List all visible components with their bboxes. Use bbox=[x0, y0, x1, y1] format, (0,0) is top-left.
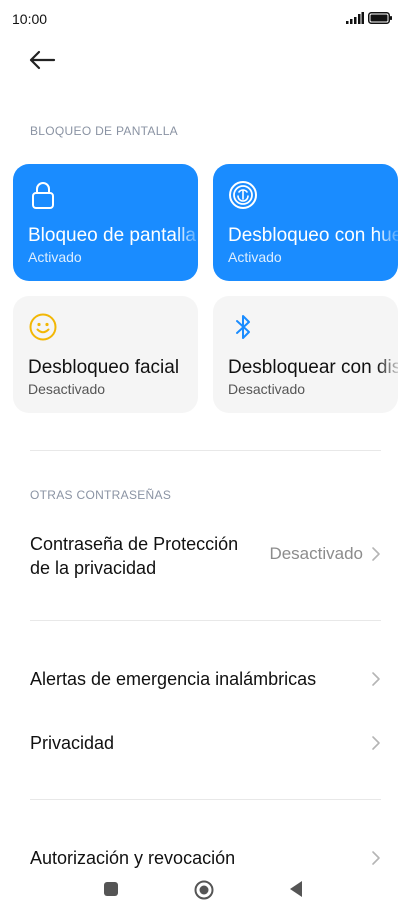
card-status: Desactivado bbox=[228, 381, 306, 397]
card-face-unlock[interactable]: Desbloqueo facial Desactivado bbox=[13, 296, 198, 413]
status-bar: 10:00 bbox=[0, 0, 411, 36]
card-device-unlock[interactable]: Desbloquear con dispositivo Desactivado bbox=[213, 296, 398, 413]
card-title: Desbloqueo facial bbox=[28, 357, 180, 378]
back-arrow-icon[interactable] bbox=[28, 46, 58, 74]
recent-apps-button[interactable] bbox=[104, 882, 118, 896]
divider bbox=[30, 620, 381, 621]
section-label-other-passwords: OTRAS CONTRASEÑAS bbox=[30, 488, 172, 502]
card-title: Bloqueo de pantalla bbox=[28, 225, 196, 246]
card-status: Activado bbox=[28, 249, 82, 265]
row-label: Contraseña de Protección de la privacida… bbox=[30, 532, 238, 580]
card-title: Desbloquear con dispositivo bbox=[228, 357, 398, 378]
bluetooth-icon bbox=[236, 315, 250, 339]
row-emergency-alerts[interactable]: Alertas de emergencia inalámbricas bbox=[0, 664, 411, 694]
card-title: Desbloqueo con huella bbox=[228, 225, 398, 246]
divider bbox=[30, 799, 381, 800]
row-privacy[interactable]: Privacidad bbox=[0, 728, 411, 758]
chevron-right-icon bbox=[372, 851, 380, 865]
lock-icon bbox=[32, 182, 54, 209]
navigation-bar bbox=[0, 870, 411, 914]
divider bbox=[30, 450, 381, 451]
card-status: Activado bbox=[228, 249, 282, 265]
card-status: Desactivado bbox=[28, 381, 106, 397]
card-fingerprint[interactable]: Desbloqueo con huella Activado bbox=[213, 164, 398, 281]
row-label-line1: Contraseña de Protección bbox=[30, 534, 239, 554]
row-authorization[interactable]: Autorización y revocación bbox=[0, 843, 411, 873]
row-value: Desactivado bbox=[269, 544, 363, 563]
row-label: Alertas de emergencia inalámbricas bbox=[30, 669, 317, 689]
card-screen-lock[interactable]: Bloqueo de pantalla Activado bbox=[13, 164, 198, 281]
face-icon bbox=[29, 313, 57, 341]
section-label-screen-lock: BLOQUEO DE PANTALLA bbox=[30, 124, 178, 138]
chevron-right-icon bbox=[372, 547, 380, 561]
fingerprint-icon bbox=[229, 181, 257, 209]
row-privacy-password[interactable]: Contraseña de Protección de la privacida… bbox=[0, 530, 411, 580]
chevron-right-icon bbox=[372, 672, 380, 686]
row-label: Autorización y revocación bbox=[30, 848, 236, 868]
home-button[interactable] bbox=[194, 880, 214, 900]
row-label-line2: de la privacidad bbox=[30, 558, 157, 578]
row-label: Privacidad bbox=[30, 733, 115, 753]
nav-back-button[interactable] bbox=[289, 880, 303, 898]
signal-icon bbox=[346, 12, 364, 24]
battery-icon bbox=[368, 12, 392, 24]
chevron-right-icon bbox=[372, 736, 380, 750]
status-time: 10:00 bbox=[12, 11, 48, 27]
